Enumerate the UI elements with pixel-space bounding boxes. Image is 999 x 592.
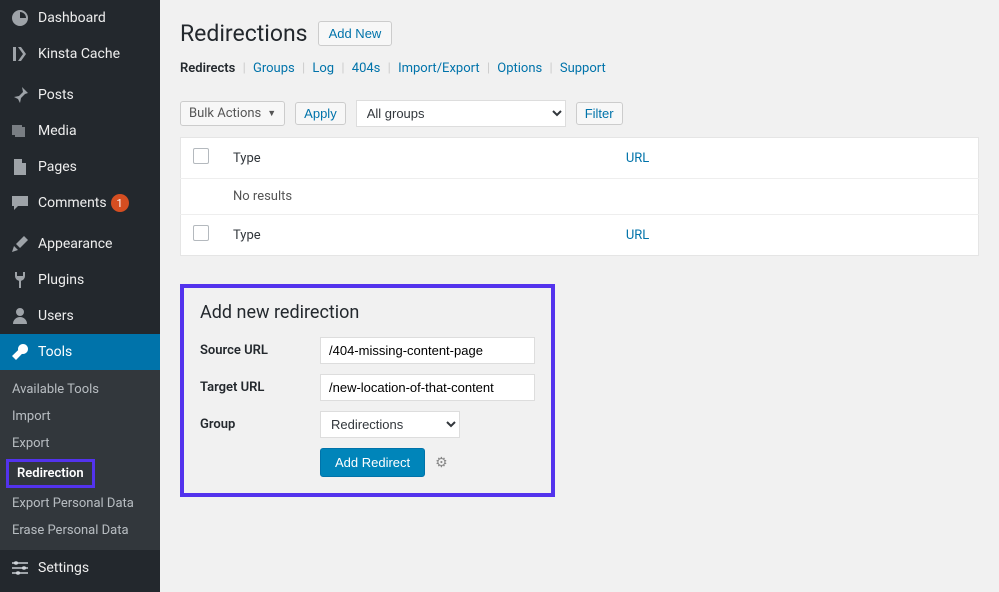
- tools-submenu: Available Tools Import Export Redirectio…: [0, 370, 160, 550]
- group-label: Group: [200, 417, 320, 432]
- wrench-icon: [10, 342, 30, 362]
- select-all-checkbox-footer[interactable]: [193, 225, 209, 241]
- submenu-available-tools[interactable]: Available Tools: [0, 376, 160, 403]
- filters-row: Bulk Actions ▼ Apply All groups Filter: [180, 100, 979, 127]
- col-url[interactable]: URL: [626, 151, 649, 166]
- user-icon: [10, 306, 30, 326]
- sidebar-item-label: Tools: [38, 344, 72, 360]
- subnav-import-export[interactable]: Import/Export: [398, 61, 480, 76]
- subnav-log[interactable]: Log: [312, 61, 334, 76]
- sidebar-item-tools[interactable]: Tools: [0, 334, 160, 370]
- submenu-redirection[interactable]: Redirection: [6, 459, 95, 488]
- media-icon: [10, 121, 30, 141]
- subnav-groups[interactable]: Groups: [253, 61, 295, 76]
- sub-nav: Redirects | Groups | Log | 404s | Import…: [180, 61, 979, 76]
- target-url-input[interactable]: [320, 374, 535, 401]
- group-select[interactable]: Redirections: [320, 411, 460, 438]
- page-icon: [10, 157, 30, 177]
- settings-icon: [10, 558, 30, 578]
- apply-button[interactable]: Apply: [295, 102, 346, 125]
- submenu-export[interactable]: Export: [0, 430, 160, 457]
- sidebar-item-label: Appearance: [38, 236, 112, 252]
- comment-icon: [10, 193, 30, 213]
- source-url-label: Source URL: [200, 343, 320, 358]
- sidebar-item-label: Kinsta Cache: [38, 46, 120, 62]
- submenu-import[interactable]: Import: [0, 403, 160, 430]
- sidebar-item-label: Plugins: [38, 272, 84, 288]
- table-row-empty: No results: [181, 179, 979, 215]
- sidebar-item-dashboard[interactable]: Dashboard: [0, 0, 160, 36]
- source-url-input[interactable]: [320, 337, 535, 364]
- subnav-404s[interactable]: 404s: [352, 61, 381, 76]
- add-redirect-button[interactable]: Add Redirect: [320, 448, 425, 477]
- comments-badge: 1: [111, 194, 129, 212]
- sidebar-item-label: Media: [38, 123, 77, 139]
- col-type-footer: Type: [221, 215, 614, 256]
- col-url-footer[interactable]: URL: [626, 228, 649, 243]
- bulk-actions-label: Bulk Actions: [189, 106, 261, 121]
- subnav-options[interactable]: Options: [497, 61, 542, 76]
- subnav-redirects[interactable]: Redirects: [180, 61, 235, 76]
- sidebar-item-label: Pages: [38, 159, 77, 175]
- add-redirection-panel: Add new redirection Source URL Target UR…: [180, 284, 555, 497]
- sidebar-item-kinsta-cache[interactable]: Kinsta Cache: [0, 36, 160, 72]
- sidebar-item-users[interactable]: Users: [0, 298, 160, 334]
- plug-icon: [10, 270, 30, 290]
- page-title: Redirections: [180, 20, 308, 47]
- filter-button[interactable]: Filter: [576, 102, 623, 125]
- kinsta-icon: [10, 44, 30, 64]
- sidebar-item-label: Users: [38, 308, 74, 324]
- sidebar-item-comments[interactable]: Comments 1: [0, 185, 160, 221]
- target-url-label: Target URL: [200, 380, 320, 395]
- group-filter-select[interactable]: All groups: [356, 100, 566, 127]
- sidebar-item-label: Comments: [38, 195, 107, 211]
- admin-sidebar: Dashboard Kinsta Cache Posts Media Pages…: [0, 0, 160, 592]
- caret-down-icon: ▼: [267, 108, 276, 119]
- submenu-export-personal-data[interactable]: Export Personal Data: [0, 490, 160, 517]
- sidebar-item-pages[interactable]: Pages: [0, 149, 160, 185]
- bulk-actions-select[interactable]: Bulk Actions ▼: [180, 101, 285, 126]
- select-all-checkbox[interactable]: [193, 148, 209, 164]
- panel-heading: Add new redirection: [200, 302, 535, 323]
- pin-icon: [10, 85, 30, 105]
- sidebar-item-label: Posts: [38, 87, 74, 103]
- sidebar-item-label: Dashboard: [38, 10, 106, 26]
- sidebar-item-media[interactable]: Media: [0, 113, 160, 149]
- dashboard-icon: [10, 8, 30, 28]
- brush-icon: [10, 234, 30, 254]
- add-new-button[interactable]: Add New: [318, 21, 393, 46]
- submenu-erase-personal-data[interactable]: Erase Personal Data: [0, 517, 160, 544]
- no-results-text: No results: [221, 179, 979, 215]
- gear-icon[interactable]: ⚙: [435, 455, 448, 471]
- main-content: Redirections Add New Redirects | Groups …: [160, 0, 999, 592]
- sidebar-item-posts[interactable]: Posts: [0, 77, 160, 113]
- sidebar-item-plugins[interactable]: Plugins: [0, 262, 160, 298]
- sidebar-item-label: Settings: [38, 560, 89, 576]
- redirects-table: Type URL No results Type URL: [180, 137, 979, 256]
- sidebar-item-appearance[interactable]: Appearance: [0, 226, 160, 262]
- subnav-support[interactable]: Support: [560, 61, 606, 76]
- col-type: Type: [221, 138, 614, 179]
- sidebar-item-settings[interactable]: Settings: [0, 550, 160, 586]
